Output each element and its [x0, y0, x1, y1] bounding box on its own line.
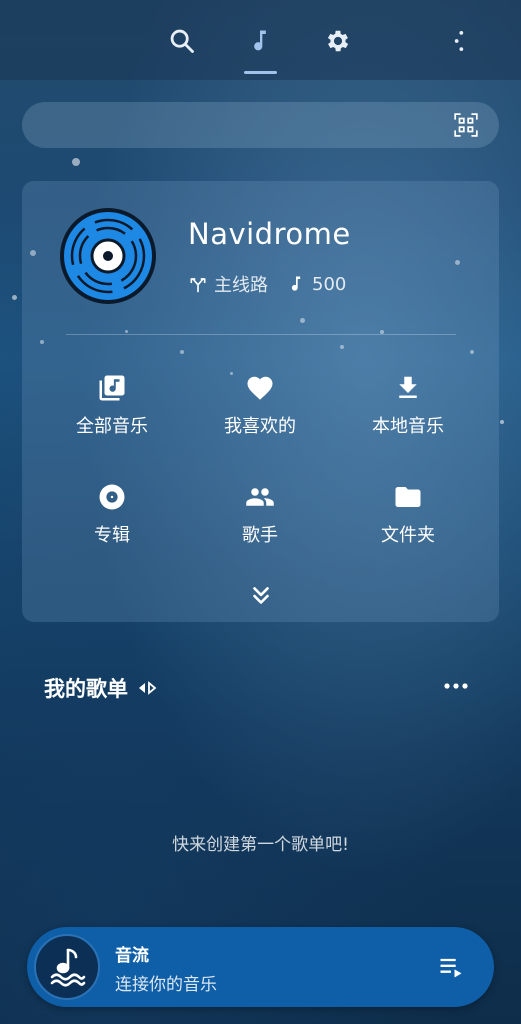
music-library-icon — [99, 375, 125, 401]
player-title: 音流 — [115, 946, 149, 966]
music-note-icon — [254, 30, 266, 51]
playlists-section-title: 我的歌单 — [44, 673, 158, 703]
mini-player[interactable]: 音流 连接你的音乐 — [27, 927, 494, 1007]
server-meta: 主线路 500 — [188, 271, 346, 297]
playlists-empty-message: 快来创建第一个歌单吧! — [172, 835, 349, 855]
sort-toggle-icon[interactable] — [136, 680, 158, 696]
library-albums[interactable]: 专辑 — [37, 482, 187, 547]
route-split-icon — [190, 278, 206, 293]
player-subtitle: 连接你的音乐 — [115, 975, 217, 995]
download-icon — [399, 376, 417, 398]
heart-icon — [247, 376, 273, 400]
library-item-label: 全部音乐 — [76, 416, 148, 437]
tab-settings[interactable] — [321, 24, 355, 58]
search-input[interactable] — [22, 102, 499, 148]
music-note-icon — [291, 276, 301, 291]
library-all-music[interactable]: 全部音乐 — [37, 373, 187, 438]
gear-icon — [327, 30, 349, 52]
library-item-label: 专辑 — [94, 525, 130, 546]
library-favorites[interactable]: 我喜欢的 — [185, 373, 335, 438]
more-vertical-icon — [454, 30, 464, 52]
active-tab-indicator — [244, 71, 277, 74]
people-icon — [246, 488, 274, 506]
song-count: 500 — [312, 273, 347, 295]
server-card: Navidrome 主线路 500 全部音乐 我喜欢的 本地音乐 专辑 歌手 文… — [22, 181, 499, 622]
qr-scan-icon[interactable] — [453, 112, 479, 138]
more-horizontal-icon[interactable] — [443, 678, 469, 694]
library-item-label: 本地音乐 — [372, 416, 444, 437]
tab-search[interactable] — [165, 24, 199, 58]
route-label[interactable]: 主线路 — [214, 271, 268, 297]
server-name[interactable]: Navidrome — [188, 217, 351, 251]
library-item-label: 我喜欢的 — [224, 416, 296, 437]
music-wave-logo-icon — [50, 948, 86, 987]
playlist-queue-icon[interactable] — [437, 953, 465, 981]
player-artwork[interactable] — [34, 934, 100, 1000]
library-local-music[interactable]: 本地音乐 — [333, 373, 483, 438]
album-icon — [99, 484, 125, 510]
vinyl-disc-icon[interactable] — [60, 208, 156, 304]
library-item-label: 文件夹 — [381, 525, 435, 546]
search-icon — [170, 29, 194, 53]
double-chevron-down-icon[interactable] — [248, 583, 274, 609]
library-folders[interactable]: 文件夹 — [333, 482, 483, 547]
playlists-title: 我的歌单 — [44, 677, 128, 701]
tab-music[interactable] — [243, 24, 277, 58]
top-navigation-bar — [0, 0, 521, 80]
library-artists[interactable]: 歌手 — [185, 482, 335, 547]
divider — [66, 334, 456, 335]
library-item-label: 歌手 — [242, 525, 278, 546]
more-menu-button[interactable] — [442, 24, 476, 58]
folder-icon — [395, 487, 421, 507]
